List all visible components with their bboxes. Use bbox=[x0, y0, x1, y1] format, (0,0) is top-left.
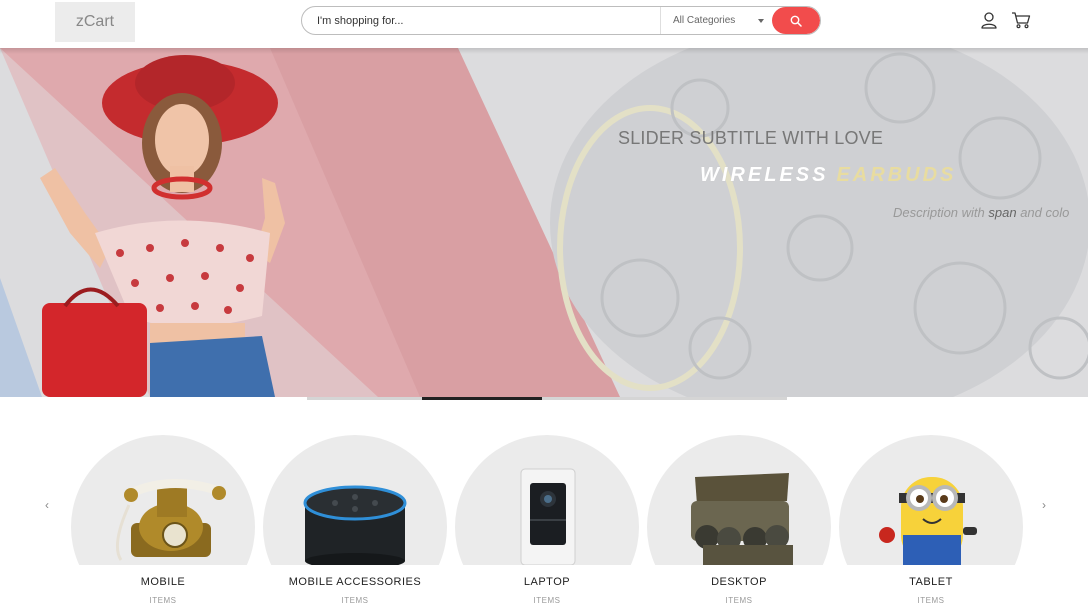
hero-banner-image bbox=[0, 48, 1088, 397]
search-input[interactable] bbox=[302, 7, 660, 34]
site-header: zCart All Categories bbox=[0, 0, 1088, 48]
slide-title-part2: EARBUDS bbox=[836, 164, 957, 186]
category-subtitle: ITEMS bbox=[341, 596, 369, 605]
cart-icon bbox=[1012, 12, 1031, 29]
hero-slider[interactable]: SLIDER SUBTITLE WITH LOVE WIRELESS EARBUD… bbox=[0, 48, 1088, 397]
chevron-down-icon bbox=[758, 19, 764, 23]
slide-title-part1: WIRELESS bbox=[700, 164, 829, 186]
doorbell-camera-icon bbox=[520, 468, 576, 565]
binoculars-icon bbox=[691, 473, 793, 565]
category-image bbox=[263, 435, 447, 565]
slide-description-span: span bbox=[988, 205, 1017, 220]
category-card-laptop[interactable]: LAPTOP ITEMS bbox=[455, 435, 639, 616]
category-name: MOBILE ACCESSORIES bbox=[288, 576, 422, 588]
category-image bbox=[647, 435, 831, 565]
category-image bbox=[839, 435, 1023, 565]
category-card-mobile[interactable]: MOBILE ITEMS bbox=[71, 435, 255, 616]
chevron-right-icon[interactable]: › bbox=[1042, 498, 1046, 512]
category-name: DESKTOP bbox=[711, 576, 767, 588]
category-card-desktop[interactable]: DESKTOP ITEMS bbox=[647, 435, 831, 616]
category-card-tablet[interactable]: TABLET ITEMS bbox=[839, 435, 1023, 616]
category-card-mobile-accessories[interactable]: MOBILE ACCESSORIES ITEMS bbox=[263, 435, 447, 616]
category-subtitle: ITEMS bbox=[149, 596, 177, 605]
slide-description: Description with span and colo bbox=[893, 205, 1069, 220]
category-image bbox=[455, 435, 639, 565]
slide-description-tail: and colo bbox=[1016, 205, 1070, 220]
slide-title: WIRELESS EARBUDS bbox=[700, 164, 956, 187]
category-name: MOBILE bbox=[140, 576, 186, 588]
minion-toy-icon bbox=[879, 477, 977, 565]
category-select[interactable]: All Categories bbox=[661, 7, 773, 34]
category-select-value: All Categories bbox=[673, 15, 736, 26]
search-bar: All Categories bbox=[301, 6, 821, 35]
chevron-left-icon[interactable]: ‹ bbox=[45, 498, 49, 512]
category-subtitle: ITEMS bbox=[917, 596, 945, 605]
search-button[interactable] bbox=[772, 7, 820, 34]
smart-speaker-icon bbox=[303, 485, 407, 565]
category-image bbox=[71, 435, 255, 565]
category-subtitle: ITEMS bbox=[533, 596, 561, 605]
slider-pagination-active[interactable] bbox=[422, 397, 542, 400]
slider-pagination[interactable] bbox=[307, 397, 787, 400]
logo[interactable]: zCart bbox=[55, 2, 135, 42]
telephone-icon bbox=[115, 479, 226, 561]
slide-description-text: Description with bbox=[893, 205, 989, 220]
search-icon bbox=[790, 15, 802, 27]
user-icon bbox=[981, 12, 997, 29]
category-name: LAPTOP bbox=[523, 576, 571, 588]
cart-button[interactable] bbox=[1011, 10, 1031, 30]
slide-subtitle: SLIDER SUBTITLE WITH LOVE bbox=[618, 128, 884, 148]
category-subtitle: ITEMS bbox=[725, 596, 753, 605]
category-name: TABLET bbox=[909, 576, 953, 588]
account-button[interactable] bbox=[979, 10, 999, 30]
